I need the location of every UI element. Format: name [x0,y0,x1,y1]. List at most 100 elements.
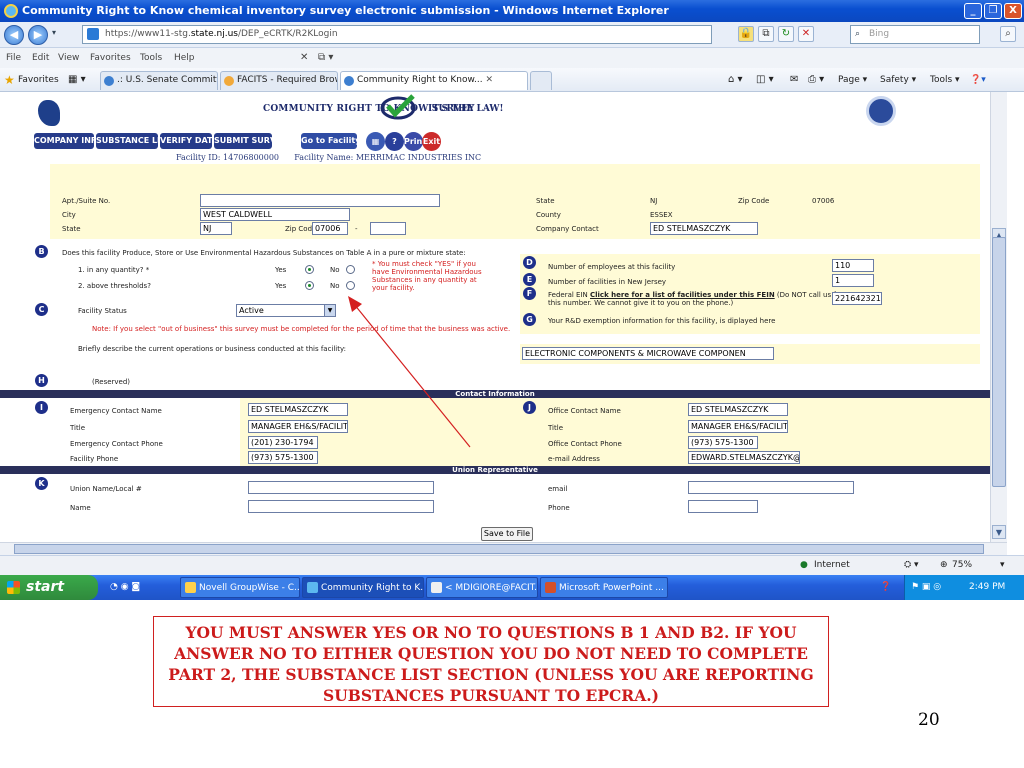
facility-name-label: Facility Name: [294,153,354,162]
close-button[interactable]: X [1004,3,1022,19]
company-contact-input[interactable]: ED STELMASZCZYK [650,222,758,235]
facility-phone-label: Facility Phone [70,455,119,463]
facilities-nj-input[interactable]: 1 [832,274,874,287]
menu-tools[interactable]: Tools [140,48,162,68]
save-to-file-button[interactable]: Save to File [481,527,533,541]
scroll-down-icon[interactable]: ▼ [992,525,1006,539]
q1-yes-radio[interactable] [305,265,314,274]
q2-no-radio[interactable] [346,281,355,290]
checkmark-logo-icon [380,94,416,120]
mail-icon[interactable]: ✉ [790,68,798,92]
quick-launch-icons[interactable]: ◔ ◉ ◙ [110,575,140,600]
favorites-label[interactable]: Favorites [18,68,59,92]
feeds-icon[interactable]: ◫ ▾ [756,68,774,92]
title-input[interactable]: MANAGER EH&S/FACILITI [248,420,348,433]
nav-company-info[interactable]: COMPANY INFO [34,133,103,149]
restore-button[interactable]: ❐ [984,3,1002,19]
facility-status-value: Active [239,306,264,315]
operations-input[interactable]: ELECTRONIC COMPONENTS & MICROWAVE COMPON… [522,347,774,360]
help-tray-icon[interactable]: ❓ [880,575,891,600]
union-name-local-input[interactable] [248,481,434,494]
convert-icon[interactable]: ⧉ ▾ [318,48,333,68]
city-input[interactable]: WEST CALDWELL [200,208,350,221]
horizontal-scrollbar[interactable] [0,542,1007,555]
menu-edit[interactable]: Edit [32,48,49,68]
emergency-name-input[interactable]: ED STELMASZCZYK [248,403,348,416]
state-label: State [62,225,81,233]
facility-status-select[interactable]: Active ▼ [236,304,336,317]
new-tab-button[interactable] [530,71,552,90]
protected-mode-icon[interactable]: ⛭ ▾ [904,556,919,575]
go-to-facility-list-button[interactable]: Go to Facility List [301,133,380,149]
office-name-input[interactable]: ED STELMASZCZYK [688,403,788,416]
url-input[interactable]: https://www11-stg.state.nj.us/DEP_eCRTK/… [82,25,712,44]
home-icon[interactable]: ⌂ ▾ [728,68,743,92]
apt-suite-input[interactable] [200,194,440,207]
emergency-phone-input[interactable]: (201) 230-1794 [248,436,318,449]
tray-icons[interactable]: ⚑ ▣ ◎ [911,575,941,600]
q1-no-radio[interactable] [346,265,355,274]
facility-name: MERRIMAC INDUSTRIES INC [355,153,482,162]
facility-phone-input[interactable]: (973) 575-1300 [248,451,318,464]
help-icon[interactable]: ❓▾ [970,68,986,92]
start-button[interactable]: start [0,575,98,600]
scroll-thumb[interactable] [992,237,1006,487]
task-community-right-to-know[interactable]: Community Right to K... [302,577,424,598]
task-powerpoint[interactable]: Microsoft PowerPoint ... [540,577,668,598]
calendar-icon[interactable]: ▦ [366,132,385,151]
zip-input[interactable]: 07006 [312,222,348,235]
clock[interactable]: 2:49 PM [969,582,1005,592]
refresh-icon[interactable]: ↻ [778,26,794,42]
print-icon[interactable]: ⎙ ▾ [808,68,824,92]
back-button[interactable]: ◀ [4,25,24,45]
tab-close-icon[interactable]: ✕ [486,75,494,85]
search-input[interactable]: ⌕ Bing [850,25,980,44]
recent-pages-dropdown-icon[interactable]: ▾ [52,28,56,37]
email-input[interactable]: EDWARD.STELMASZCZYK@ [688,451,800,464]
page-menu[interactable]: Page ▾ [838,68,867,92]
safety-menu[interactable]: Safety ▾ [880,68,916,92]
q2-yes-radio[interactable] [305,281,314,290]
nav-submit-survey[interactable]: SUBMIT SURVEY [214,133,287,149]
section-e-marker: E [523,273,536,286]
zoom-dropdown-icon[interactable]: ▾ [1000,556,1005,575]
menu-help[interactable]: Help [174,48,195,68]
office-title-input[interactable]: MANAGER EH&S/FACILIT [688,420,788,433]
union-rep-name-input[interactable] [248,500,434,513]
union-phone-input[interactable] [688,500,758,513]
employees-input[interactable]: 110 [832,259,874,272]
nav-substance-list[interactable]: SUBSTANCE LIST [96,133,171,149]
hscroll-thumb[interactable] [14,544,984,554]
minimize-button[interactable]: _ [964,3,982,19]
menu-favorites[interactable]: Favorites [90,48,131,68]
tab-senate-committee[interactable]: .: U.S. Senate Committee on... [100,71,218,90]
menu-view[interactable]: View [58,48,79,68]
stop-icon[interactable]: ✕ [798,26,814,42]
nav-verify-data[interactable]: VERIFY DATA [160,133,218,149]
lock-icon[interactable]: 🔒 [738,26,754,42]
state-input[interactable]: NJ [200,222,232,235]
vertical-scrollbar[interactable]: ▲ ▼ [990,92,1007,542]
screenshot: Community Right to Know chemical invento… [0,0,1024,600]
zoom-level[interactable]: 75% [952,556,972,575]
fein-input[interactable]: 221642321 [832,292,882,305]
zip-ext-input[interactable] [370,222,406,235]
quick-tabs-icon[interactable]: ▦ ▾ [68,68,86,92]
task-groupwise[interactable]: Novell GroupWise - C... [180,577,300,598]
tab-facits[interactable]: FACITS - Required Browser ... [220,71,338,90]
forward-button[interactable]: ▶ [28,25,48,45]
search-go-icon[interactable]: ⌕ [1000,26,1016,42]
help-round-icon[interactable]: ? [385,132,404,151]
task-label: Community Right to K... [321,583,424,593]
close-toolbar-icon[interactable]: ✕ [300,48,308,68]
tab-community-right-to-know[interactable]: Community Right to Know... ✕ [340,71,528,90]
menu-file[interactable]: File [6,48,21,68]
mail-task-icon [431,582,442,593]
task-mdigiore[interactable]: < MDIGIORE@FACIT... [426,577,538,598]
print-button[interactable]: Print [404,132,426,151]
compatibility-icon[interactable]: ⧉ [758,26,774,42]
office-phone-input[interactable]: (973) 575-1300 [688,436,758,449]
tools-menu[interactable]: Tools ▾ [930,68,960,92]
union-email-input[interactable] [688,481,854,494]
exit-button[interactable]: Exit [422,132,441,151]
